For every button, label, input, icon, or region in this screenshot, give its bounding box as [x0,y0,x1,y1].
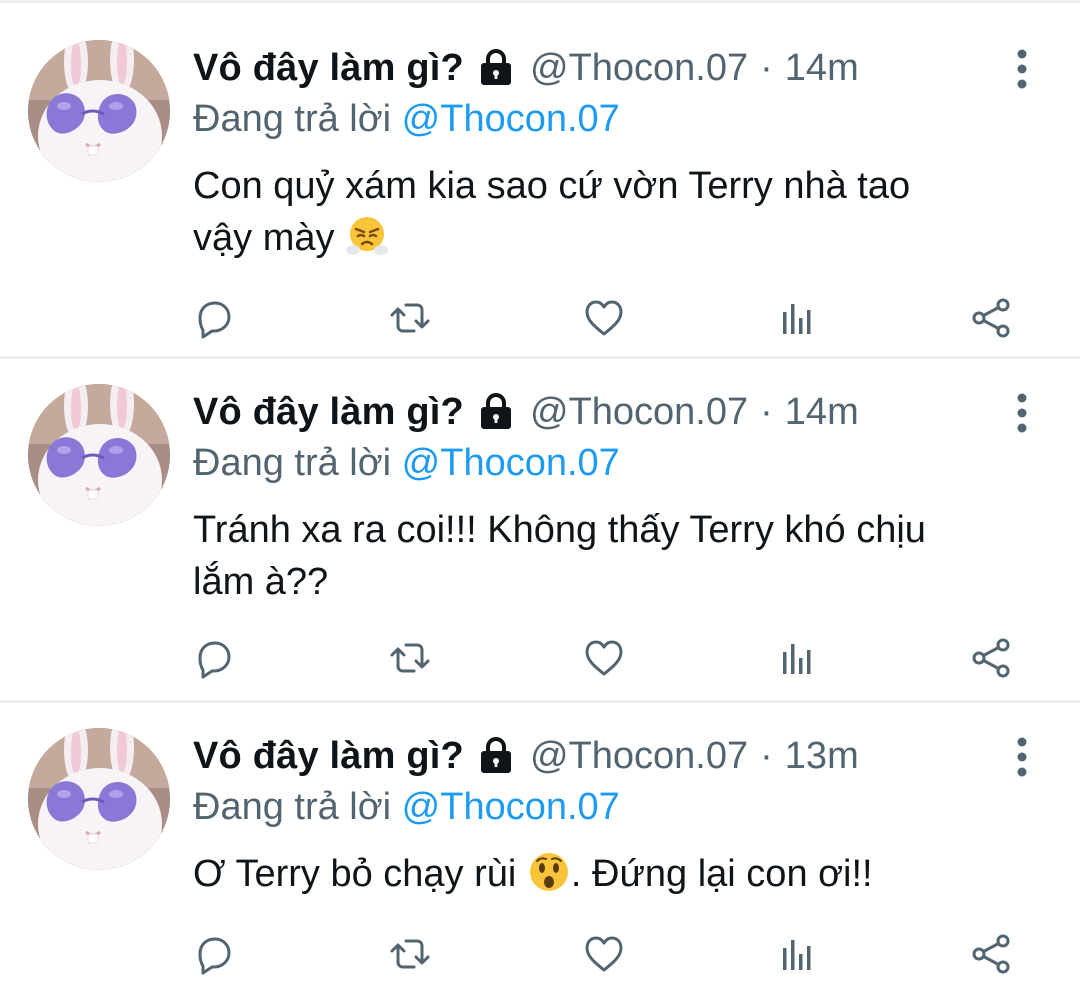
separator-dot: · [760,391,773,433]
tweet[interactable]: Vô đây làm gì? @Thocon.07 · 14m Đang trả… [0,40,1080,360]
tweet-header: Vô đây làm gì? @Thocon.07 · 14m [193,386,859,438]
tweet-text: Tránh xa ra coi!!! Không thấy Terry khó … [193,504,1033,608]
timestamp[interactable]: 14m [785,42,859,94]
tweet-header: Vô đây làm gì? @Thocon.07 · 13m [193,730,859,782]
tweet-divider [0,700,1080,703]
tweet[interactable]: Vô đây làm gì? @Thocon.07 · 14m Đang trả… [0,384,1080,700]
lock-icon [480,737,511,773]
tweet-text-line: Ơ Terry bỏ chạy rùi [193,853,517,895]
reply-prefix: Đang trả lời [193,98,392,140]
share-icon[interactable] [970,636,1014,680]
heart-icon[interactable] [582,636,626,680]
retweet-icon[interactable] [388,636,432,680]
tweet-header: Vô đây làm gì? @Thocon.07 · 14m [193,42,859,94]
tweet-text: Con quỷ xám kia sao cứ vờn Terry nhà tao… [193,160,1033,264]
reply-to-handle[interactable]: @Thocon.07 [402,442,620,484]
analytics-icon[interactable] [776,296,820,340]
astonished-face-emoji [529,853,568,891]
lock-icon [480,49,511,85]
timestamp[interactable]: 13m [785,730,859,782]
replying-to: Đang trả lời @Thocon.07 [193,782,620,832]
retweet-icon[interactable] [388,932,432,976]
avatar-bunny-image [28,40,170,182]
user-handle[interactable]: @Thocon.07 [530,730,748,782]
avatar-bunny-image [28,384,170,526]
reply-to-handle[interactable]: @Thocon.07 [402,786,620,828]
analytics-icon[interactable] [776,932,820,976]
share-icon[interactable] [970,296,1014,340]
heart-icon[interactable] [582,296,626,340]
display-name[interactable]: Vô đây làm gì? [193,730,464,782]
user-handle[interactable]: @Thocon.07 [530,42,748,94]
tweet-text: Ơ Terry bỏ chạy rùi . Đứng lại con ơi!! [193,848,1033,900]
avatar[interactable] [28,40,170,182]
timestamp[interactable]: 14m [785,386,859,438]
separator-dot: · [760,47,773,89]
heart-icon[interactable] [582,932,626,976]
avatar[interactable] [28,728,170,870]
reply-prefix: Đang trả lời [193,786,392,828]
reply-prefix: Đang trả lời [193,442,392,484]
tweet-text-line: Con quỷ xám kia sao cứ vờn Terry nhà tao [193,165,911,207]
tweet-text-line: . Đứng lại con ơi!! [570,853,873,895]
share-icon[interactable] [970,932,1014,976]
more-vertical-icon[interactable] [1006,388,1038,438]
replying-to: Đang trả lời @Thocon.07 [193,94,620,144]
more-vertical-icon[interactable] [1006,44,1038,94]
reply-icon[interactable] [192,636,236,680]
avatar[interactable] [28,384,170,526]
display-name[interactable]: Vô đây làm gì? [193,42,464,94]
tweet-divider [0,356,1080,359]
lock-icon [480,393,511,429]
user-handle[interactable]: @Thocon.07 [530,386,748,438]
retweet-icon[interactable] [388,296,432,340]
reply-icon[interactable] [192,932,236,976]
separator-dot: · [760,735,773,777]
tweet-text-line: lắm à?? [193,561,329,603]
reply-to-handle[interactable]: @Thocon.07 [402,98,620,140]
display-name[interactable]: Vô đây làm gì? [193,386,464,438]
analytics-icon[interactable] [776,636,820,680]
replying-to: Đang trả lời @Thocon.07 [193,438,620,488]
tweet[interactable]: Vô đây làm gì? @Thocon.07 · 13m Đang trả… [0,728,1080,996]
tweet-text-line: Tránh xa ra coi!!! Không thấy Terry khó … [193,509,926,551]
top-divider [0,0,1080,3]
more-vertical-icon[interactable] [1006,732,1038,782]
avatar-bunny-image [28,728,170,870]
tweet-text-line: vậy mày [193,217,335,259]
reply-icon[interactable] [192,296,236,340]
face-with-steam-emoji [346,217,389,255]
